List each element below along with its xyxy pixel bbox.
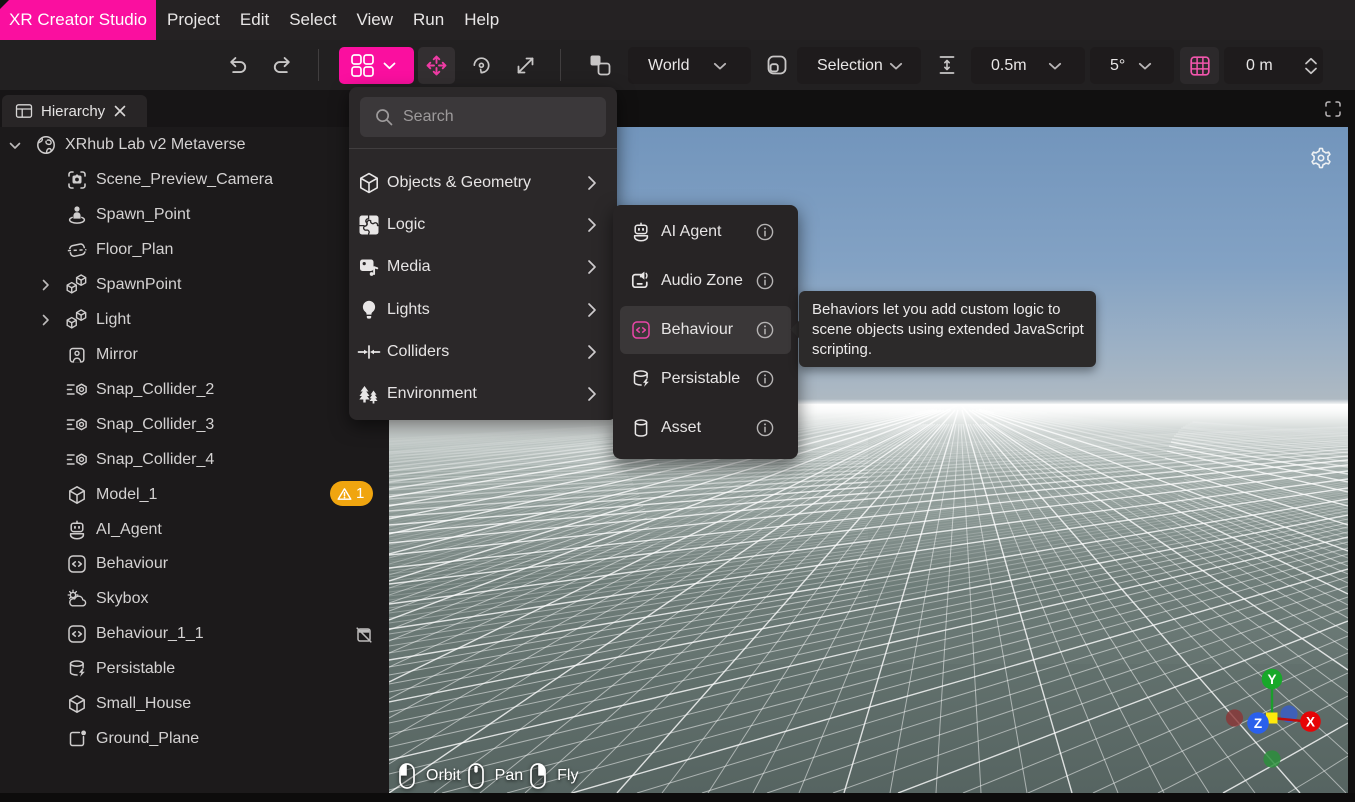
svg-text:X: X xyxy=(1306,715,1315,730)
svg-text:Z: Z xyxy=(1254,716,1262,731)
svg-text:Y: Y xyxy=(1267,672,1276,687)
